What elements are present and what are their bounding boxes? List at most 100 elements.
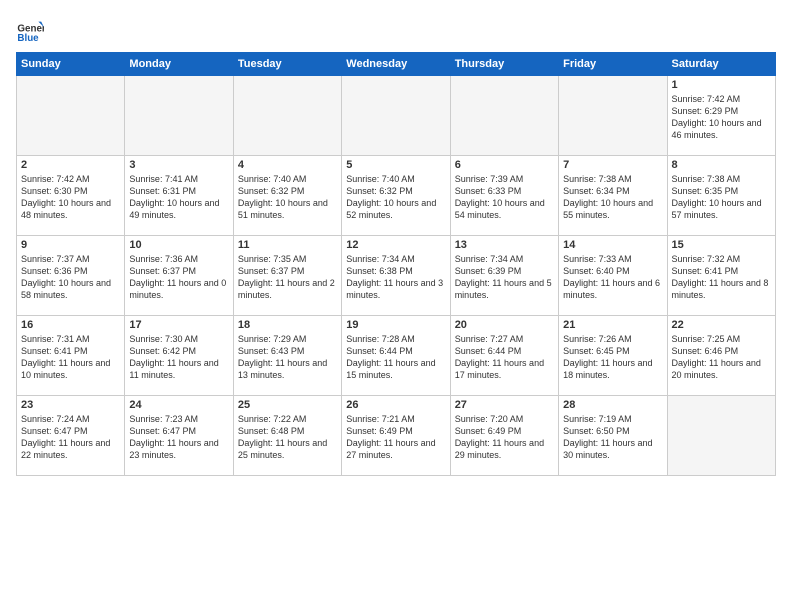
day-info: Sunrise: 7:42 AM Sunset: 6:29 PM Dayligh… [672, 93, 771, 142]
calendar-cell: 27 Sunrise: 7:20 AM Sunset: 6:49 PM Dayli… [450, 396, 558, 476]
calendar-week-row: 23 Sunrise: 7:24 AM Sunset: 6:47 PM Dayli… [17, 396, 776, 476]
day-info: Sunrise: 7:21 AM Sunset: 6:49 PM Dayligh… [346, 413, 445, 462]
calendar-table: SundayMondayTuesdayWednesdayThursdayFrid… [16, 52, 776, 476]
day-number: 12 [346, 239, 445, 251]
day-info: Sunrise: 7:40 AM Sunset: 6:32 PM Dayligh… [238, 173, 337, 222]
logo: General Blue [16, 16, 46, 44]
day-info: Sunrise: 7:36 AM Sunset: 6:37 PM Dayligh… [129, 253, 228, 302]
day-info: Sunrise: 7:38 AM Sunset: 6:34 PM Dayligh… [563, 173, 662, 222]
calendar-header-row: SundayMondayTuesdayWednesdayThursdayFrid… [17, 53, 776, 76]
calendar-cell: 17 Sunrise: 7:30 AM Sunset: 6:42 PM Dayli… [125, 316, 233, 396]
day-number: 14 [563, 239, 662, 251]
day-number: 20 [455, 319, 554, 331]
calendar-cell: 10 Sunrise: 7:36 AM Sunset: 6:37 PM Dayli… [125, 236, 233, 316]
calendar-cell [342, 76, 450, 156]
day-number: 27 [455, 399, 554, 411]
day-number: 2 [21, 159, 120, 171]
day-number: 7 [563, 159, 662, 171]
day-number: 24 [129, 399, 228, 411]
day-number: 9 [21, 239, 120, 251]
day-info: Sunrise: 7:20 AM Sunset: 6:49 PM Dayligh… [455, 413, 554, 462]
calendar-cell: 18 Sunrise: 7:29 AM Sunset: 6:43 PM Dayli… [233, 316, 341, 396]
day-info: Sunrise: 7:28 AM Sunset: 6:44 PM Dayligh… [346, 333, 445, 382]
svg-text:Blue: Blue [17, 33, 39, 44]
day-number: 23 [21, 399, 120, 411]
calendar-cell: 25Sunrise: 7:22 AM Sunset: 6:48 PM Dayli… [233, 396, 341, 476]
calendar-cell: 22Sunrise: 7:25 AM Sunset: 6:46 PM Dayli… [667, 316, 775, 396]
calendar-cell [667, 396, 775, 476]
day-info: Sunrise: 7:35 AM Sunset: 6:37 PM Dayligh… [238, 253, 337, 302]
day-number: 1 [672, 79, 771, 91]
day-number: 3 [129, 159, 228, 171]
day-number: 10 [129, 239, 228, 251]
day-info: Sunrise: 7:37 AM Sunset: 6:36 PM Dayligh… [21, 253, 120, 302]
calendar-cell: 7 Sunrise: 7:38 AM Sunset: 6:34 PM Daylig… [559, 156, 667, 236]
day-info: Sunrise: 7:40 AM Sunset: 6:32 PM Dayligh… [346, 173, 445, 222]
weekday-header: Sunday [17, 53, 125, 76]
weekday-header: Tuesday [233, 53, 341, 76]
day-info: Sunrise: 7:42 AM Sunset: 6:30 PM Dayligh… [21, 173, 120, 222]
day-number: 6 [455, 159, 554, 171]
calendar-cell: 23 Sunrise: 7:24 AM Sunset: 6:47 PM Dayli… [17, 396, 125, 476]
calendar-cell: 5 Sunrise: 7:40 AM Sunset: 6:32 PM Daylig… [342, 156, 450, 236]
weekday-header: Wednesday [342, 53, 450, 76]
day-info: Sunrise: 7:34 AM Sunset: 6:38 PM Dayligh… [346, 253, 445, 302]
calendar-cell: 2 Sunrise: 7:42 AM Sunset: 6:30 PM Daylig… [17, 156, 125, 236]
calendar-cell: 11 Sunrise: 7:35 AM Sunset: 6:37 PM Dayli… [233, 236, 341, 316]
day-number: 11 [238, 239, 337, 251]
calendar-cell: 4 Sunrise: 7:40 AM Sunset: 6:32 PM Daylig… [233, 156, 341, 236]
day-number: 16 [21, 319, 120, 331]
day-info: Sunrise: 7:24 AM Sunset: 6:47 PM Dayligh… [21, 413, 120, 462]
day-number: 28 [563, 399, 662, 411]
calendar-cell [17, 76, 125, 156]
day-number: 26 [346, 399, 445, 411]
day-info: Sunrise: 7:22 AM Sunset: 6:48 PM Dayligh… [238, 413, 337, 462]
weekday-header: Monday [125, 53, 233, 76]
page-container: General Blue SundayMondayTuesdayWednesda… [0, 0, 792, 484]
day-number: 21 [563, 319, 662, 331]
day-number: 15 [672, 239, 771, 251]
day-info: Sunrise: 7:23 AM Sunset: 6:47 PM Dayligh… [129, 413, 228, 462]
calendar-cell: 6 Sunrise: 7:39 AM Sunset: 6:33 PM Daylig… [450, 156, 558, 236]
calendar-cell: 26 Sunrise: 7:21 AM Sunset: 6:49 PM Dayli… [342, 396, 450, 476]
day-info: Sunrise: 7:27 AM Sunset: 6:44 PM Dayligh… [455, 333, 554, 382]
calendar-cell [125, 76, 233, 156]
calendar-cell: 19 Sunrise: 7:28 AM Sunset: 6:44 PM Dayli… [342, 316, 450, 396]
day-number: 18 [238, 319, 337, 331]
day-number: 19 [346, 319, 445, 331]
calendar-cell: 3 Sunrise: 7:41 AM Sunset: 6:31 PM Daylig… [125, 156, 233, 236]
day-info: Sunrise: 7:25 AM Sunset: 6:46 PM Dayligh… [672, 333, 771, 382]
day-info: Sunrise: 7:33 AM Sunset: 6:40 PM Dayligh… [563, 253, 662, 302]
day-info: Sunrise: 7:26 AM Sunset: 6:45 PM Dayligh… [563, 333, 662, 382]
day-number: 17 [129, 319, 228, 331]
calendar-cell: 12 Sunrise: 7:34 AM Sunset: 6:38 PM Dayli… [342, 236, 450, 316]
day-number: 4 [238, 159, 337, 171]
day-info: Sunrise: 7:29 AM Sunset: 6:43 PM Dayligh… [238, 333, 337, 382]
calendar-cell [559, 76, 667, 156]
day-number: 8 [672, 159, 771, 171]
day-info: Sunrise: 7:30 AM Sunset: 6:42 PM Dayligh… [129, 333, 228, 382]
day-info: Sunrise: 7:34 AM Sunset: 6:39 PM Dayligh… [455, 253, 554, 302]
day-info: Sunrise: 7:32 AM Sunset: 6:41 PM Dayligh… [672, 253, 771, 302]
calendar-week-row: 9 Sunrise: 7:37 AM Sunset: 6:36 PM Daylig… [17, 236, 776, 316]
calendar-cell: 24 Sunrise: 7:23 AM Sunset: 6:47 PM Dayli… [125, 396, 233, 476]
day-info: Sunrise: 7:41 AM Sunset: 6:31 PM Dayligh… [129, 173, 228, 222]
calendar-cell: 20 Sunrise: 7:27 AM Sunset: 6:44 PM Dayli… [450, 316, 558, 396]
calendar-cell: 13 Sunrise: 7:34 AM Sunset: 6:39 PM Dayli… [450, 236, 558, 316]
calendar-cell: 16 Sunrise: 7:31 AM Sunset: 6:41 PM Dayli… [17, 316, 125, 396]
calendar-week-row: 1 Sunrise: 7:42 AM Sunset: 6:29 PM Daylig… [17, 76, 776, 156]
day-number: 13 [455, 239, 554, 251]
calendar-cell: 14 Sunrise: 7:33 AM Sunset: 6:40 PM Dayli… [559, 236, 667, 316]
weekday-header: Thursday [450, 53, 558, 76]
calendar-week-row: 2 Sunrise: 7:42 AM Sunset: 6:30 PM Daylig… [17, 156, 776, 236]
calendar-cell: 21 Sunrise: 7:26 AM Sunset: 6:45 PM Dayli… [559, 316, 667, 396]
calendar-week-row: 16 Sunrise: 7:31 AM Sunset: 6:41 PM Dayli… [17, 316, 776, 396]
calendar-cell [450, 76, 558, 156]
calendar-cell: 1 Sunrise: 7:42 AM Sunset: 6:29 PM Daylig… [667, 76, 775, 156]
day-number: 5 [346, 159, 445, 171]
calendar-cell: 8Sunrise: 7:38 AM Sunset: 6:35 PM Daylig… [667, 156, 775, 236]
calendar-cell [233, 76, 341, 156]
day-info: Sunrise: 7:39 AM Sunset: 6:33 PM Dayligh… [455, 173, 554, 222]
day-info: Sunrise: 7:31 AM Sunset: 6:41 PM Dayligh… [21, 333, 120, 382]
calendar-cell: 9 Sunrise: 7:37 AM Sunset: 6:36 PM Daylig… [17, 236, 125, 316]
